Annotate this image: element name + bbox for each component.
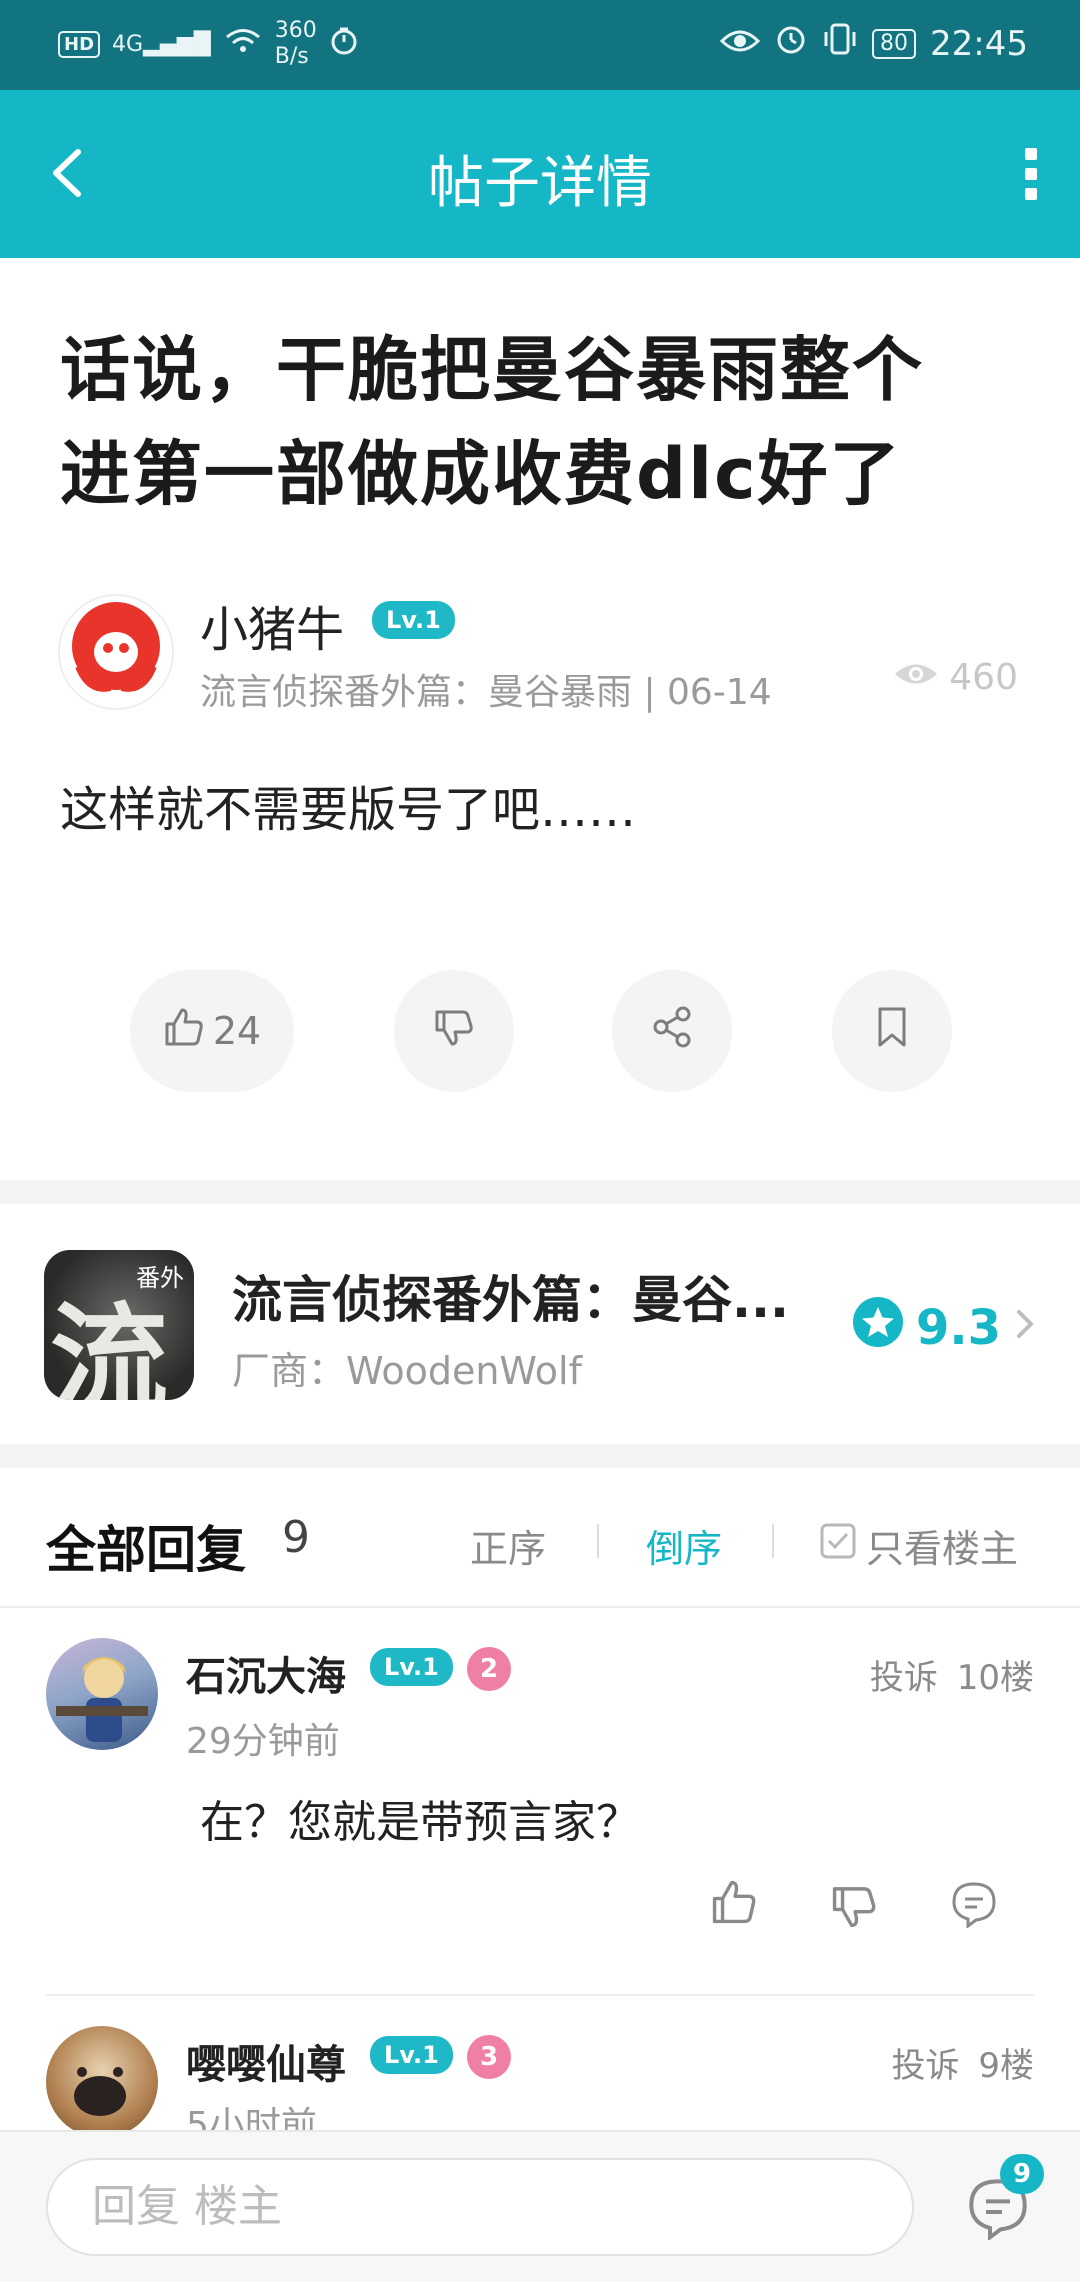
vibrate-icon — [822, 22, 858, 65]
network-speed: 360 B/s — [275, 18, 317, 70]
post-title-line1: 话说，干脆把曼谷暴雨整个 — [60, 329, 924, 411]
app-header: 帖子详情 — [0, 90, 1080, 258]
thumbs-up-icon — [710, 1880, 758, 1930]
comment-bubble-icon — [950, 1882, 998, 1932]
wifi-icon — [223, 26, 263, 63]
reply-count-badge: 9 — [1000, 2154, 1044, 2194]
bookmark-icon — [872, 1005, 912, 1058]
divider — [46, 1994, 1034, 1996]
network-type: 4G — [112, 31, 144, 57]
only-op-filter[interactable]: 只看楼主 — [820, 1518, 1018, 1573]
comment-meta-right: 投诉 9楼 — [892, 2038, 1034, 2087]
bottom-reply-bar: 回复 楼主 9 — [0, 2130, 1080, 2282]
reply-input[interactable]: 回复 楼主 — [46, 2158, 914, 2256]
comment-meta-right: 投诉 10楼 — [870, 1650, 1034, 1699]
commenter-avatar[interactable] — [46, 2026, 158, 2138]
post-title-line2: 进第一部做成收费dlc好了 — [60, 433, 902, 515]
dislike-button[interactable] — [394, 970, 514, 1092]
replies-count: 9 — [282, 1512, 310, 1563]
comment-like-button[interactable] — [710, 1878, 758, 1930]
commenter-name[interactable]: 嘤嘤仙尊 — [186, 2032, 346, 2090]
author-name[interactable]: 小猪牛 — [200, 590, 344, 660]
commenter-rank-badge: 3 — [467, 2035, 511, 2079]
checkbox-icon[interactable] — [820, 1523, 856, 1568]
game-score-value: 9.3 — [916, 1300, 1002, 1356]
share-icon — [649, 1004, 695, 1059]
eye-icon — [893, 657, 939, 698]
only-op-label: 只看楼主 — [866, 1527, 1019, 1571]
commenter-avatar[interactable] — [46, 1638, 158, 1750]
signal-icon: 4G▂▄▆█ — [112, 31, 211, 57]
game-icon[interactable]: 流 番外 — [44, 1250, 194, 1400]
share-button[interactable] — [612, 970, 732, 1092]
chevron-right-icon — [1013, 1300, 1037, 1356]
sort-separator — [772, 1524, 774, 1558]
floor-number: 9楼 — [978, 2046, 1034, 2086]
game-score[interactable]: 9.3 — [852, 1296, 1037, 1360]
commenter-level-badge: Lv.1 — [370, 2036, 453, 2074]
report-link[interactable]: 投诉 — [870, 1658, 938, 1698]
post-title: 话说，干脆把曼谷暴雨整个 进第一部做成收费dlc好了 — [60, 318, 1020, 526]
thumbs-down-icon — [433, 1006, 475, 1057]
floor-number: 10楼 — [956, 1658, 1034, 1698]
game-vendor: 厂商：WoodenWolf — [232, 1349, 582, 1393]
clock: 22:45 — [930, 23, 1028, 64]
page-title: 帖子详情 — [428, 151, 652, 216]
like-count: 24 — [212, 1009, 262, 1053]
game-icon-tag: 番外 — [136, 1264, 184, 1292]
comment-time: 29分钟前 — [186, 1721, 340, 1762]
post-body: 这样就不需要版号了吧…… — [60, 782, 637, 838]
sort-desc-button[interactable]: 倒序 — [646, 1518, 722, 1573]
report-link[interactable]: 投诉 — [892, 2046, 960, 2086]
speed-unit: B/s — [274, 44, 309, 69]
bookmark-button[interactable] — [832, 970, 952, 1092]
hd-indicator: HD — [58, 30, 101, 58]
view-count: 460 — [893, 657, 1018, 698]
game-title[interactable]: 流言侦探番外篇：曼谷... — [232, 1260, 789, 1332]
author-avatar[interactable] — [58, 594, 174, 710]
thumbs-up-icon — [163, 1006, 205, 1057]
thumbs-down-icon — [830, 1887, 878, 1934]
more-vertical-icon[interactable] — [1016, 142, 1046, 206]
comment-body: 在？您就是带预言家？ — [200, 1797, 640, 1848]
comment-reply-button[interactable] — [950, 1880, 998, 1932]
sort-separator — [597, 1524, 599, 1558]
star-icon — [852, 1296, 904, 1360]
section-divider — [0, 1444, 1080, 1468]
divider — [0, 1606, 1080, 1608]
post-meta: 流言侦探番外篇：曼谷暴雨 | 06-14 — [200, 672, 772, 713]
replies-title: 全部回复 — [46, 1521, 246, 1579]
battery-icon: 80 — [872, 28, 917, 59]
section-divider — [0, 1180, 1080, 1204]
commenter-name[interactable]: 石沉大海 — [186, 1644, 346, 1702]
alarm-icon — [774, 22, 808, 65]
view-count-value: 460 — [949, 657, 1018, 698]
commenter-rank-badge: 2 — [467, 1647, 511, 1691]
sort-asc-button[interactable]: 正序 — [470, 1518, 546, 1573]
speed-value: 360 — [274, 18, 317, 43]
comment-dislike-button[interactable] — [830, 1882, 878, 1934]
like-button[interactable]: 24 — [130, 970, 294, 1092]
status-bar: HD 4G▂▄▆█ 360 B/s 80 22:45 — [0, 0, 1080, 90]
eye-comfort-icon — [719, 24, 761, 64]
author-level-badge: Lv.1 — [372, 601, 455, 639]
commenter-level-badge: Lv.1 — [370, 1648, 453, 1686]
timer-icon — [329, 26, 359, 63]
